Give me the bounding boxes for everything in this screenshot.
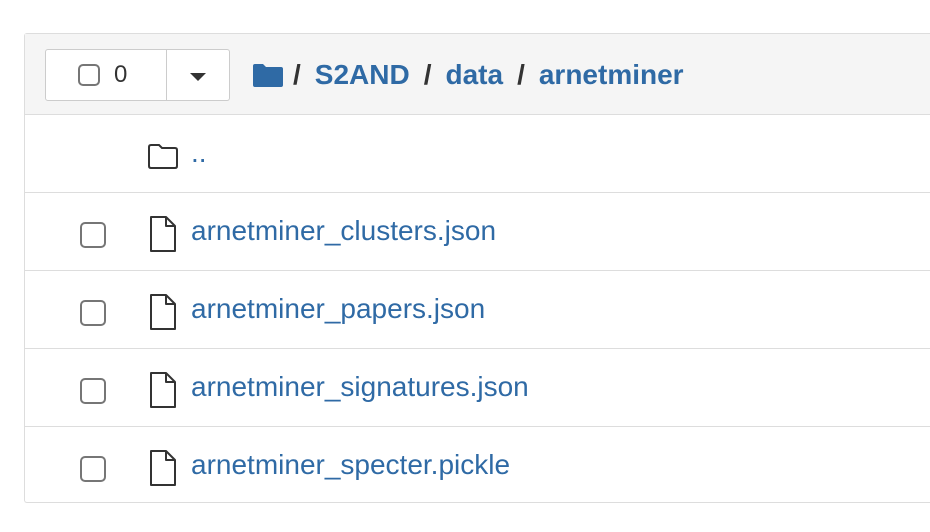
selected-count: 0 [114,61,128,88]
select-all-checkbox[interactable] [78,64,100,86]
breadcrumb-separator: / [517,58,525,90]
file-browser-header: 0 / S2AND / data / arnetminer [25,34,930,115]
select-all-button[interactable]: 0 [45,49,167,101]
breadcrumb-separator: / [423,58,432,90]
breadcrumb-item-arnetminer[interactable]: arnetminer [539,59,684,91]
select-all-group: 0 [45,49,230,101]
list-item-parent-directory[interactable]: .. [25,115,930,193]
file-icon [146,371,182,411]
list-item[interactable]: arnetminer_clusters.json [25,193,930,271]
file-icon [146,293,182,333]
file-icon [146,215,182,255]
folder-outline-icon [146,135,182,175]
caret-down-icon [190,72,206,81]
list-item[interactable]: arnetminer_signatures.json [25,349,930,427]
file-link[interactable]: arnetminer_clusters.json [191,215,496,247]
list-item[interactable]: arnetminer_papers.json [25,271,930,349]
row-checkbox[interactable] [80,222,106,248]
list-item[interactable]: arnetminer_specter.pickle [25,427,930,505]
row-checkbox[interactable] [80,456,106,482]
folder-icon[interactable] [251,62,285,88]
file-link[interactable]: arnetminer_signatures.json [191,371,529,403]
row-checkbox[interactable] [80,300,106,326]
breadcrumb-item-data[interactable]: data [445,59,503,91]
file-browser-panel: 0 / S2AND / data / arnetminer .. arnetmi… [24,33,930,503]
parent-directory-link[interactable]: .. [191,137,207,169]
row-checkbox[interactable] [80,378,106,404]
file-link[interactable]: arnetminer_specter.pickle [191,449,510,481]
file-icon [146,449,182,489]
breadcrumb: / S2AND / data / arnetminer [251,34,684,115]
file-list: .. arnetminer_clusters.json arnetminer_p… [25,115,930,505]
file-link[interactable]: arnetminer_papers.json [191,293,485,325]
breadcrumb-item-s2and[interactable]: S2AND [315,59,410,91]
breadcrumb-separator: / [293,58,301,90]
selection-dropdown-button[interactable] [167,49,230,101]
